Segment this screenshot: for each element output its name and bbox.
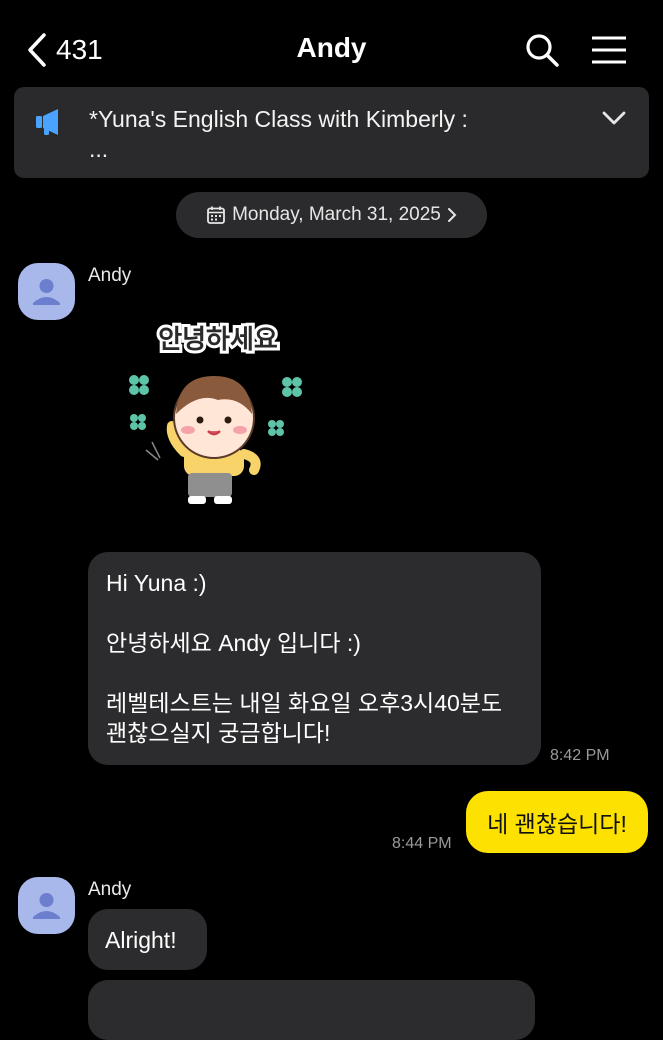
date-divider[interactable]: Monday, March 31, 2025 bbox=[176, 192, 487, 238]
notice-ellipsis: ... bbox=[89, 136, 109, 162]
chat-title: Andy bbox=[296, 32, 367, 63]
calendar-icon bbox=[207, 206, 226, 224]
person-icon bbox=[33, 279, 60, 305]
date-label: Monday, March 31, 2025 bbox=[232, 204, 441, 225]
message-text: Alright! bbox=[105, 926, 177, 953]
message-text: Hi Yuna :) bbox=[106, 570, 207, 596]
person-icon bbox=[33, 893, 60, 919]
search-button[interactable] bbox=[524, 32, 560, 68]
avatar[interactable] bbox=[18, 877, 75, 934]
notice-line: *Yuna's English Class with Kimberly : bbox=[89, 106, 468, 132]
message-text: 괜찮으실지 궁금합니다! bbox=[106, 720, 331, 746]
message-time: 8:44 PM bbox=[392, 835, 452, 852]
notice-banner[interactable]: *Yuna's English Class with Kimberly : ..… bbox=[14, 87, 649, 178]
sender-name: Andy bbox=[88, 879, 132, 900]
sender-name: Andy bbox=[88, 265, 132, 286]
message-text: 레벨테스트는 내일 화요일 오후3시40분도 bbox=[106, 690, 503, 716]
message-bubble[interactable]: Alright! bbox=[88, 909, 207, 970]
message-time: 8:42 PM bbox=[550, 747, 610, 764]
message-bubble[interactable]: Hi Yuna :) 안녕하세요 Andy 입니다 :) 레벨테스트는 내일 화… bbox=[88, 552, 541, 765]
notice-text: *Yuna's English Class with Kimberly : ..… bbox=[89, 104, 569, 164]
chevron-right-icon bbox=[447, 208, 457, 222]
my-message-bubble[interactable]: 네 괜찮습니다! bbox=[466, 791, 648, 853]
message-bubble[interactable] bbox=[88, 980, 535, 1040]
greeting-sticker[interactable]: 안녕하세요 bbox=[118, 318, 318, 518]
sticker-caption: 안녕하세요 bbox=[158, 325, 278, 355]
avatar[interactable] bbox=[18, 263, 75, 320]
megaphone-icon bbox=[36, 109, 58, 135]
search-icon bbox=[526, 34, 559, 67]
hamburger-menu-icon bbox=[592, 36, 626, 64]
message-text: 안녕하세요 Andy 입니다 :) bbox=[106, 630, 361, 656]
chat-header: 431 Andy bbox=[0, 0, 663, 96]
chevron-down-icon[interactable] bbox=[601, 109, 627, 127]
message-text: 네 괜찮습니다! bbox=[487, 811, 627, 837]
message-paragraph: 레벨테스트는 내일 화요일 오후3시40분도 괜찮으실지 궁금합니다! bbox=[106, 688, 523, 748]
menu-button[interactable] bbox=[590, 34, 628, 66]
